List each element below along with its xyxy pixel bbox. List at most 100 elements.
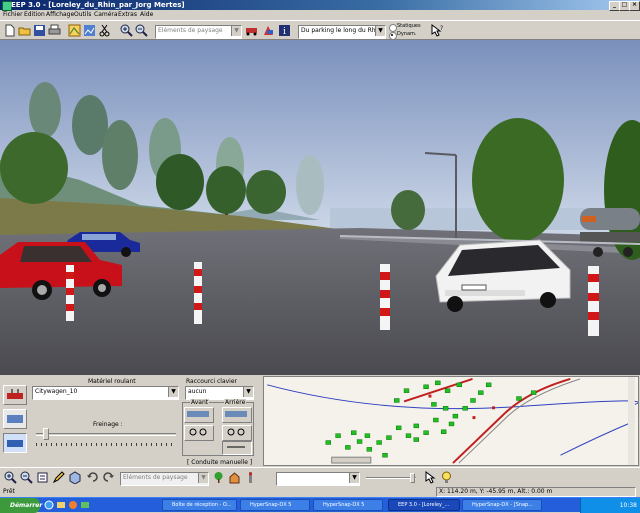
radio-static-label: Statiques <box>397 23 421 29</box>
map-vertical-scrollbar[interactable] <box>627 377 635 465</box>
rolling-stock-mode-button[interactable] <box>3 385 27 405</box>
properties-icon[interactable] <box>36 471 49 484</box>
braking-slider-track[interactable] <box>36 433 176 436</box>
coupling-hook-icon <box>189 428 207 436</box>
radio-dynamic[interactable] <box>389 32 397 40</box>
info-icon[interactable]: i <box>278 24 291 37</box>
braking-slider-thumb[interactable] <box>42 428 49 440</box>
menu-fichier[interactable]: Fichier <box>3 10 23 20</box>
svg-text:?: ? <box>440 25 443 32</box>
title-bar[interactable]: EEP 3.0 - [Loreley_du_Rhin_par_Jorg Mert… <box>0 0 640 11</box>
layout-view-icon[interactable] <box>68 24 81 37</box>
task-hypersnap-1[interactable]: HyperSnap-DX 5 <box>240 499 310 511</box>
zoom-in-icon[interactable] <box>4 471 17 484</box>
track-icon <box>7 415 23 423</box>
crane-mode-button[interactable] <box>3 433 27 453</box>
signal-mode-button[interactable] <box>3 409 27 429</box>
undo-icon[interactable] <box>86 471 99 484</box>
windows-taskbar: Démarrer Boîte de réception - O... Hyper… <box>0 497 640 513</box>
layer-combo[interactable]: Eléments de paysage ▼ <box>155 25 242 39</box>
chevron-down-icon[interactable]: ▼ <box>243 387 253 397</box>
radio-static[interactable] <box>389 24 397 32</box>
bottom-layer-combo[interactable]: Eléments de paysage ▼ <box>120 472 209 486</box>
backward-extra-button[interactable] <box>222 441 252 455</box>
camera-position-combo[interactable]: Du parking le long du Rhin ▼ <box>298 25 386 39</box>
edit-icon[interactable] <box>52 471 65 484</box>
open-folder-icon[interactable] <box>18 24 31 37</box>
coupler-icon <box>225 411 247 417</box>
manual-driving-label[interactable]: [ Conduite manuelle ] <box>187 459 252 466</box>
print-icon[interactable] <box>48 24 61 37</box>
chevron-down-icon[interactable]: ▼ <box>168 387 178 397</box>
camera-settings-icon[interactable] <box>262 24 275 37</box>
menu-outils[interactable]: Outils <box>74 10 91 20</box>
chevron-down-icon[interactable]: ▼ <box>349 473 359 483</box>
task-inbox[interactable]: Boîte de réception - O... <box>162 499 237 511</box>
forward-coupling-button[interactable] <box>184 407 214 423</box>
chevron-down-icon[interactable]: ▼ <box>198 473 208 483</box>
backward-coupling-button[interactable] <box>222 407 252 423</box>
rolling-stock-combo[interactable]: Citywagen_10 ▼ <box>32 386 179 400</box>
task-eep[interactable]: EEP 3.0 - [Loreley_... <box>388 499 460 511</box>
window-title: EEP 3.0 - [Loreley_du_Rhin_par_Jorg Mert… <box>11 1 185 9</box>
chevron-down-icon[interactable]: ▼ <box>375 26 385 36</box>
coordinates-readout: X: 114.20 m, Y: -45.95 m, Alt.: 0.00 m <box>436 487 636 497</box>
bollard <box>588 266 599 336</box>
menu-affichage[interactable]: Affichage <box>46 10 74 20</box>
media-icon[interactable] <box>68 500 78 510</box>
building-icon[interactable] <box>228 471 241 484</box>
save-icon[interactable] <box>33 24 46 37</box>
braking-slider-ticks <box>36 443 176 446</box>
main-toolbar: Eléments de paysage ▼ i Du parking le lo… <box>0 20 640 40</box>
browser-icon[interactable] <box>44 500 54 510</box>
signal-icon[interactable] <box>244 471 257 484</box>
redo-icon[interactable] <box>102 471 115 484</box>
map-background <box>267 377 635 465</box>
zoom-in-icon[interactable] <box>120 24 133 37</box>
mail-icon[interactable] <box>56 500 66 510</box>
coupling-hook-icon <box>227 428 245 436</box>
start-button[interactable]: Démarrer <box>0 498 42 513</box>
bottom-toolbar: Eléments de paysage ▼ ▼ <box>0 467 640 487</box>
3d-scene-view[interactable] <box>0 40 640 375</box>
zoom-out-icon[interactable] <box>135 24 148 37</box>
train-icon[interactable] <box>245 24 258 37</box>
status-text: Prêt <box>3 488 15 495</box>
height-slider-thumb[interactable] <box>410 473 415 483</box>
forward-uncouple-button[interactable] <box>184 425 214 441</box>
locomotive-icon <box>7 389 23 399</box>
new-file-icon[interactable] <box>3 24 16 37</box>
task-hypersnap-snap[interactable]: HyperSnap-DX - [Snap... <box>462 499 542 511</box>
coupler-icon <box>187 411 209 417</box>
clock[interactable]: 10:38 <box>620 502 637 509</box>
object-combo[interactable]: ▼ <box>276 472 360 486</box>
bollard <box>380 264 390 330</box>
system-tray: 10:38 <box>580 498 640 513</box>
task-hypersnap-2[interactable]: HyperSnap-DX 5 <box>313 499 383 511</box>
backward-label: Arrière <box>224 399 247 406</box>
track-layout-map[interactable] <box>263 376 639 466</box>
zoom-out-icon[interactable] <box>20 471 33 484</box>
menu-camera[interactable]: Caméra <box>94 10 118 20</box>
tree-icon[interactable] <box>212 471 225 484</box>
menu-edition[interactable]: Edition <box>24 10 45 20</box>
desktop-icon[interactable] <box>80 500 90 510</box>
menu-extras[interactable]: Extras <box>118 10 137 20</box>
light-bulb-icon[interactable] <box>440 471 453 484</box>
svg-text:i: i <box>283 27 286 37</box>
height-slider-track[interactable] <box>366 477 416 479</box>
menu-aide[interactable]: Aide <box>140 10 153 20</box>
arrow-icon <box>227 446 245 448</box>
chevron-down-icon[interactable]: ▼ <box>231 26 241 36</box>
backward-uncouple-button[interactable] <box>222 425 252 441</box>
map-scrollbar-thumb[interactable] <box>331 456 372 464</box>
bollard <box>194 262 202 324</box>
help-pointer-icon[interactable] <box>424 471 437 484</box>
shortcut-label: Raccourci clavier <box>186 378 238 385</box>
menu-bar: Fichier Edition Affichage Outils Caméra … <box>0 10 640 20</box>
cube-icon[interactable] <box>68 471 81 484</box>
shortcut-combo[interactable]: aucun ▼ <box>185 386 254 400</box>
3d-view-icon[interactable] <box>83 24 96 37</box>
cut-icon[interactable] <box>98 24 111 37</box>
help-pointer-icon[interactable]: ? <box>430 24 443 37</box>
